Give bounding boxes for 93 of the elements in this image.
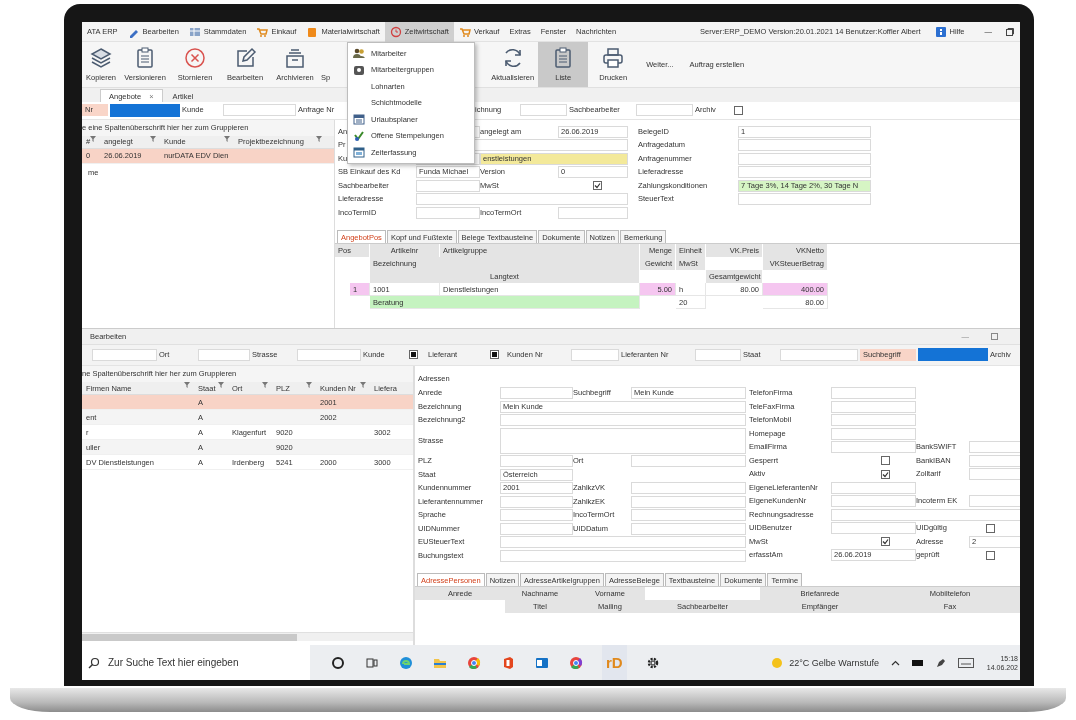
filter-field[interactable]: [571, 349, 619, 361]
calendar-icon: [353, 113, 365, 126]
group-icon: [353, 63, 365, 76]
horizontal-scrollbar[interactable]: [82, 632, 413, 641]
checkbox[interactable]: [593, 181, 602, 191]
table-icon: [188, 25, 201, 38]
text-field[interactable]: [831, 495, 916, 508]
text-field[interactable]: [969, 454, 1020, 467]
text-field[interactable]: [831, 387, 916, 400]
cancel-icon: [183, 45, 208, 70]
text-field[interactable]: [969, 468, 1020, 481]
search-box[interactable]: Zur Suche Text hier eingeben: [82, 645, 310, 680]
filter-icon[interactable]: [360, 382, 366, 389]
filter-field[interactable]: [695, 349, 741, 361]
filter-field[interactable]: [520, 104, 567, 117]
text-area[interactable]: [500, 427, 746, 454]
text-field[interactable]: [738, 139, 871, 152]
checkbox[interactable]: [734, 105, 743, 115]
weather-text[interactable]: 22°C Gelbe Warnstufe: [789, 657, 879, 668]
text-field[interactable]: [500, 455, 573, 468]
box-icon: [306, 25, 319, 38]
filter-icon[interactable]: [224, 135, 230, 142]
text-field[interactable]: [416, 179, 480, 192]
checkbox[interactable]: [881, 456, 890, 466]
checkbox[interactable]: [986, 550, 995, 560]
filter-icon[interactable]: [90, 135, 96, 142]
maximize-icon[interactable]: [991, 332, 998, 340]
text-field[interactable]: [500, 495, 573, 508]
cart-icon: [458, 25, 471, 38]
checkbox[interactable]: [490, 350, 499, 360]
text-field[interactable]: [831, 400, 916, 413]
circle-icon[interactable]: [330, 654, 346, 671]
text-field[interactable]: [500, 387, 573, 400]
text-field[interactable]: [831, 522, 916, 535]
filter-icon[interactable]: [306, 382, 312, 389]
people-icon: [353, 47, 365, 60]
chrome-icon[interactable]: [466, 654, 482, 671]
text-field[interactable]: [631, 482, 746, 495]
text-field[interactable]: [831, 427, 916, 440]
text-field[interactable]: [631, 509, 746, 522]
filter-field[interactable]: [297, 349, 361, 361]
filter-icon[interactable]: [218, 382, 224, 389]
text-field[interactable]: [738, 193, 871, 206]
battery-icon[interactable]: [912, 658, 924, 667]
checkbox[interactable]: [409, 350, 418, 360]
clock-icon: [389, 25, 402, 38]
checkbox[interactable]: [881, 469, 890, 479]
calendar-icon: [353, 146, 365, 159]
layers-icon: [89, 45, 113, 70]
text-field[interactable]: [416, 206, 480, 219]
text-field[interactable]: [831, 481, 916, 494]
text-field[interactable]: [831, 508, 1020, 521]
cart-icon: [256, 25, 269, 38]
filter-field[interactable]: [780, 349, 858, 361]
text-field[interactable]: [631, 455, 746, 468]
text-field[interactable]: [500, 509, 573, 522]
text-field[interactable]: [631, 522, 746, 535]
text-field[interactable]: [500, 549, 746, 562]
help-icon: [936, 26, 947, 37]
search-field[interactable]: [110, 103, 180, 117]
filter-field[interactable]: [223, 104, 296, 117]
filter-icon[interactable]: [262, 382, 268, 389]
filter-field[interactable]: [92, 349, 157, 361]
text-field[interactable]: [631, 495, 746, 508]
pen-icon[interactable]: [936, 657, 946, 668]
text-field[interactable]: [831, 441, 916, 454]
printer-icon: [601, 45, 626, 70]
text-field[interactable]: [738, 152, 871, 165]
filter-field[interactable]: [198, 349, 250, 361]
text-field[interactable]: [500, 414, 746, 427]
text-field[interactable]: [738, 166, 871, 179]
chevron-up-icon[interactable]: [891, 659, 900, 666]
stamp-icon: [353, 129, 365, 142]
checkbox[interactable]: [986, 523, 995, 533]
filter-field[interactable]: [636, 104, 693, 117]
chrome-icon[interactable]: [568, 654, 584, 671]
search-icon: [88, 656, 100, 669]
search-field[interactable]: [918, 348, 988, 362]
weather-icon: [770, 655, 785, 670]
text-field[interactable]: [500, 522, 573, 535]
text-field[interactable]: [558, 206, 628, 219]
text-field[interactable]: [416, 193, 628, 206]
text-field[interactable]: [831, 414, 916, 427]
filter-icon[interactable]: [150, 135, 156, 142]
text-field[interactable]: [500, 536, 746, 549]
filter-icon[interactable]: [316, 135, 322, 142]
text-field[interactable]: [969, 441, 1020, 454]
checkbox[interactable]: [881, 537, 890, 547]
filter-icon[interactable]: [184, 382, 190, 389]
keyboard-icon[interactable]: [958, 657, 974, 668]
text-field[interactable]: [969, 495, 1020, 508]
browser-icon[interactable]: [398, 654, 414, 671]
restore-icon[interactable]: [1006, 27, 1014, 36]
